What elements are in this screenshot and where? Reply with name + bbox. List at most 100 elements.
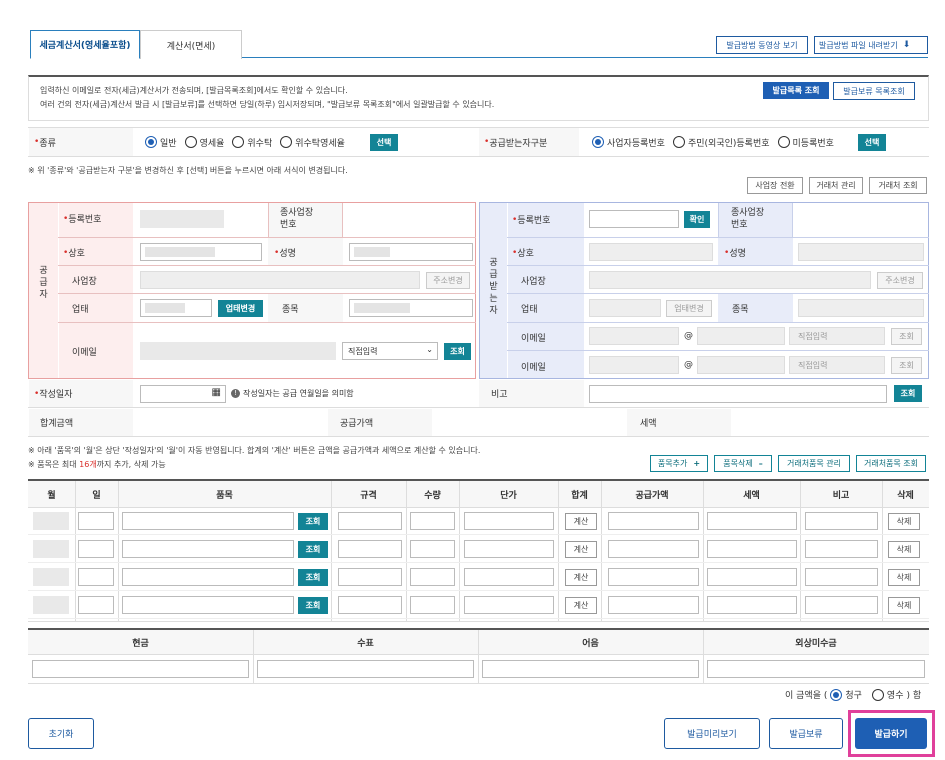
item-delete-button[interactable]: 삭제	[888, 541, 920, 558]
item-delete-button[interactable]: 삭제	[888, 597, 920, 614]
receiver-reg-input[interactable]	[589, 210, 679, 228]
issue-list-button[interactable]: 발급목록 조회	[763, 82, 829, 99]
receiver-addr-change-button[interactable]: 주소변경	[877, 272, 923, 289]
receiver-confirm-button[interactable]: 확인	[684, 211, 710, 228]
item-supply-input[interactable]	[608, 512, 699, 530]
hold-list-button[interactable]: 발급보류 목록조회	[833, 82, 915, 100]
payment-input-1[interactable]	[257, 660, 474, 678]
radio-resident-no[interactable]	[672, 136, 685, 148]
item-qty-input[interactable]	[410, 540, 455, 558]
radio-receipt[interactable]	[871, 688, 884, 701]
item-calc-button[interactable]: 계산	[565, 569, 597, 586]
item-memo-input[interactable]	[805, 540, 878, 558]
item-search-button[interactable]: 조회	[298, 513, 328, 530]
item-supply-input[interactable]	[608, 568, 699, 586]
item-qty-input[interactable]	[410, 512, 455, 530]
item-qty-input[interactable]	[410, 568, 455, 586]
supplier-biz-input[interactable]	[140, 299, 212, 317]
supplier-email-input[interactable]	[140, 342, 336, 360]
tab-tax-invoice[interactable]: 세금계산서(영세율포함)	[30, 30, 140, 59]
item-search-button[interactable]: 조회	[298, 597, 328, 614]
receiver-email1-select[interactable]: 직접입력	[789, 327, 885, 345]
supplier-reg-input[interactable]	[140, 210, 224, 228]
item-month-input[interactable]	[33, 596, 69, 614]
preview-button[interactable]: 발급미리보기	[664, 718, 760, 749]
supplier-email-search-button[interactable]: 조회	[444, 343, 471, 360]
radio-zero-rate[interactable]	[184, 136, 197, 148]
receiver-type-select-button[interactable]: 선택	[858, 134, 886, 151]
item-price-input[interactable]	[464, 596, 554, 614]
delete-item-button[interactable]: 품목삭제 –	[714, 455, 772, 472]
item-name-input[interactable]	[122, 596, 294, 614]
item-spec-input[interactable]	[338, 540, 402, 558]
item-day-input[interactable]	[78, 596, 114, 614]
supplier-email-domain-select[interactable]: 직접입력 ⌄	[342, 342, 438, 360]
video-guide-button[interactable]: 발급방법 동영상 보기	[716, 36, 808, 54]
item-delete-button[interactable]: 삭제	[888, 513, 920, 530]
receiver-ceo-input[interactable]	[798, 243, 924, 261]
receiver-email2-id-input[interactable]	[589, 356, 679, 374]
receiver-biz-change-button[interactable]: 업태변경	[666, 300, 712, 317]
item-calc-button[interactable]: 계산	[565, 513, 597, 530]
radio-claim[interactable]	[830, 688, 843, 701]
item-month-input[interactable]	[33, 512, 69, 530]
receiver-email2-select[interactable]: 직접입력	[789, 356, 885, 374]
item-search-button[interactable]: 조회	[298, 541, 328, 558]
receiver-addr-input[interactable]	[589, 271, 871, 289]
receiver-email1-domain-input[interactable]	[697, 327, 785, 345]
supplier-biz-change-button[interactable]: 업태변경	[218, 300, 263, 317]
switch-business-button[interactable]: 사업장 전환	[747, 177, 803, 194]
item-price-input[interactable]	[464, 540, 554, 558]
item-day-input[interactable]	[78, 512, 114, 530]
item-supply-input[interactable]	[608, 540, 699, 558]
item-name-input[interactable]	[122, 512, 294, 530]
item-name-input[interactable]	[122, 540, 294, 558]
item-day-input[interactable]	[78, 568, 114, 586]
item-tax-input[interactable]	[707, 568, 797, 586]
item-spec-input[interactable]	[338, 512, 402, 530]
client-item-search-button[interactable]: 거래처품목 조회	[856, 455, 926, 472]
item-tax-input[interactable]	[707, 540, 797, 558]
receiver-email2-search-button[interactable]: 조회	[891, 357, 922, 374]
item-spec-input[interactable]	[338, 568, 402, 586]
radio-biz-no[interactable]	[592, 136, 604, 148]
item-name-input[interactable]	[122, 568, 294, 586]
supplier-ceo-input[interactable]	[349, 243, 473, 261]
receiver-biz-input[interactable]	[589, 299, 661, 317]
item-price-input[interactable]	[464, 568, 554, 586]
item-supply-input[interactable]	[608, 596, 699, 614]
issue-button[interactable]: 발급하기	[855, 718, 927, 749]
item-search-button[interactable]: 조회	[298, 569, 328, 586]
item-day-input[interactable]	[78, 540, 114, 558]
radio-consign-zero[interactable]	[280, 136, 293, 148]
item-spec-input[interactable]	[338, 596, 402, 614]
reset-button[interactable]: 초기화	[28, 718, 94, 749]
item-delete-button[interactable]: 삭제	[888, 569, 920, 586]
item-memo-input[interactable]	[805, 568, 878, 586]
item-memo-input[interactable]	[805, 512, 878, 530]
item-month-input[interactable]	[33, 568, 69, 586]
payment-input-3[interactable]	[707, 660, 925, 678]
supplier-item-input[interactable]	[349, 299, 473, 317]
payment-input-2[interactable]	[482, 660, 699, 678]
item-tax-input[interactable]	[707, 596, 797, 614]
memo-search-button[interactable]: 조회	[894, 385, 922, 402]
receiver-email1-search-button[interactable]: 조회	[891, 328, 922, 345]
item-calc-button[interactable]: 계산	[565, 541, 597, 558]
supplier-addr-change-button[interactable]: 주소변경	[426, 272, 470, 289]
radio-unregistered[interactable]	[777, 136, 790, 148]
item-tax-input[interactable]	[707, 512, 797, 530]
supplier-name-input[interactable]	[140, 243, 262, 261]
item-calc-button[interactable]: 계산	[565, 597, 597, 614]
radio-general[interactable]	[145, 136, 157, 148]
receiver-email2-domain-input[interactable]	[697, 356, 785, 374]
item-memo-input[interactable]	[805, 596, 878, 614]
type-select-button[interactable]: 선택	[370, 134, 398, 151]
client-search-button[interactable]: 거래처 조회	[869, 177, 927, 194]
receiver-item-input[interactable]	[798, 299, 924, 317]
calendar-icon[interactable]: ▦	[212, 387, 221, 398]
payment-input-0[interactable]	[32, 660, 249, 678]
date-input[interactable]: ▦	[140, 385, 226, 403]
supplier-addr-input[interactable]	[140, 271, 420, 289]
add-item-button[interactable]: 품목추가 +	[650, 455, 708, 472]
